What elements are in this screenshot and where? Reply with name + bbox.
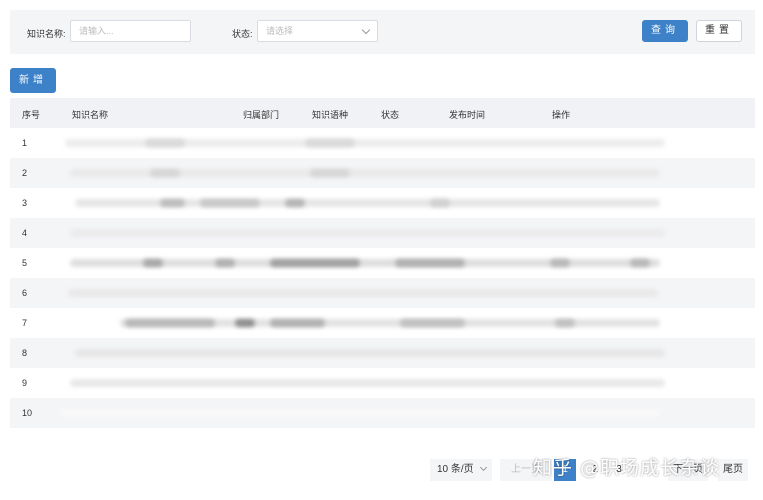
redacted-row-content xyxy=(630,259,650,267)
page-size-select[interactable]: 10 条/页 xyxy=(430,459,492,481)
redacted-row-content xyxy=(145,139,185,147)
knowledge-name-placeholder: 请输入... xyxy=(79,26,114,36)
column-header-index: 序号 xyxy=(22,110,41,120)
knowledge-name-label: 知识名称: xyxy=(27,29,66,39)
row-index: 1 xyxy=(22,138,28,148)
column-header-language: 知识语种 xyxy=(312,110,349,120)
table-row[interactable]: 7 xyxy=(10,308,755,338)
row-index: 5 xyxy=(22,258,28,268)
row-index: 6 xyxy=(22,288,28,298)
watermark-text: 知乎 @职场成长杂谈 xyxy=(533,457,721,479)
table-row[interactable]: 6 xyxy=(10,278,755,308)
last-page-button[interactable]: 尾页 xyxy=(718,459,748,481)
column-header-publish-time: 发布时间 xyxy=(449,110,486,120)
redacted-row-content xyxy=(200,199,260,207)
redacted-row-content xyxy=(68,289,658,297)
table-row[interactable]: 1 xyxy=(10,128,755,158)
table-row[interactable]: 5 xyxy=(10,248,755,278)
redacted-row-content xyxy=(143,259,163,267)
redacted-row-content xyxy=(70,379,665,387)
table-row[interactable]: 10 xyxy=(10,398,755,428)
redacted-row-content xyxy=(430,199,450,207)
status-placeholder: 请选择 xyxy=(266,26,294,36)
redacted-row-content xyxy=(150,169,180,177)
column-header-name: 知识名称 xyxy=(72,110,109,120)
add-button[interactable]: 新增 xyxy=(10,68,56,93)
status-select[interactable]: 请选择 xyxy=(257,20,378,42)
redacted-row-content xyxy=(305,139,355,147)
redacted-row-content xyxy=(60,409,660,417)
redacted-row-content xyxy=(70,229,665,237)
chevron-down-icon xyxy=(479,463,488,472)
row-index: 2 xyxy=(22,168,28,178)
row-index: 7 xyxy=(22,318,28,328)
redacted-row-content xyxy=(235,319,255,327)
chevron-down-icon xyxy=(361,25,371,35)
knowledge-name-input[interactable]: 请输入... xyxy=(70,20,191,42)
redacted-row-content xyxy=(550,259,570,267)
knowledge-table: 序号 知识名称 归属部门 知识语种 状态 发布时间 操作 1 2 3 4 5 6… xyxy=(10,98,755,428)
reset-button[interactable]: 重置 xyxy=(696,20,742,42)
redacted-row-content xyxy=(160,199,185,207)
table-row[interactable]: 4 xyxy=(10,218,755,248)
redacted-row-content xyxy=(400,319,465,327)
redacted-row-content xyxy=(270,259,360,267)
table-row[interactable]: 8 xyxy=(10,338,755,368)
table-row[interactable]: 9 xyxy=(10,368,755,398)
column-header-status: 状态 xyxy=(381,110,400,120)
row-index: 9 xyxy=(22,378,28,388)
row-index: 4 xyxy=(22,228,28,238)
column-header-actions: 操作 xyxy=(552,110,571,120)
row-index: 10 xyxy=(22,408,33,418)
redacted-row-content xyxy=(215,259,235,267)
redacted-row-content xyxy=(75,349,665,357)
row-index: 8 xyxy=(22,348,28,358)
redacted-row-content xyxy=(555,319,575,327)
redacted-row-content xyxy=(270,319,325,327)
column-header-department: 归属部门 xyxy=(243,110,280,120)
query-button[interactable]: 查询 xyxy=(642,20,688,42)
redacted-row-content xyxy=(310,169,350,177)
table-row[interactable]: 2 xyxy=(10,158,755,188)
redacted-row-content xyxy=(125,319,215,327)
redacted-row-content xyxy=(395,259,465,267)
redacted-row-content xyxy=(285,199,305,207)
table-row[interactable]: 3 xyxy=(10,188,755,218)
page-size-value: 10 条/页 xyxy=(437,464,474,475)
table-header: 序号 知识名称 归属部门 知识语种 状态 发布时间 操作 xyxy=(10,98,755,128)
row-index: 3 xyxy=(22,198,28,208)
status-label: 状态: xyxy=(232,29,253,39)
